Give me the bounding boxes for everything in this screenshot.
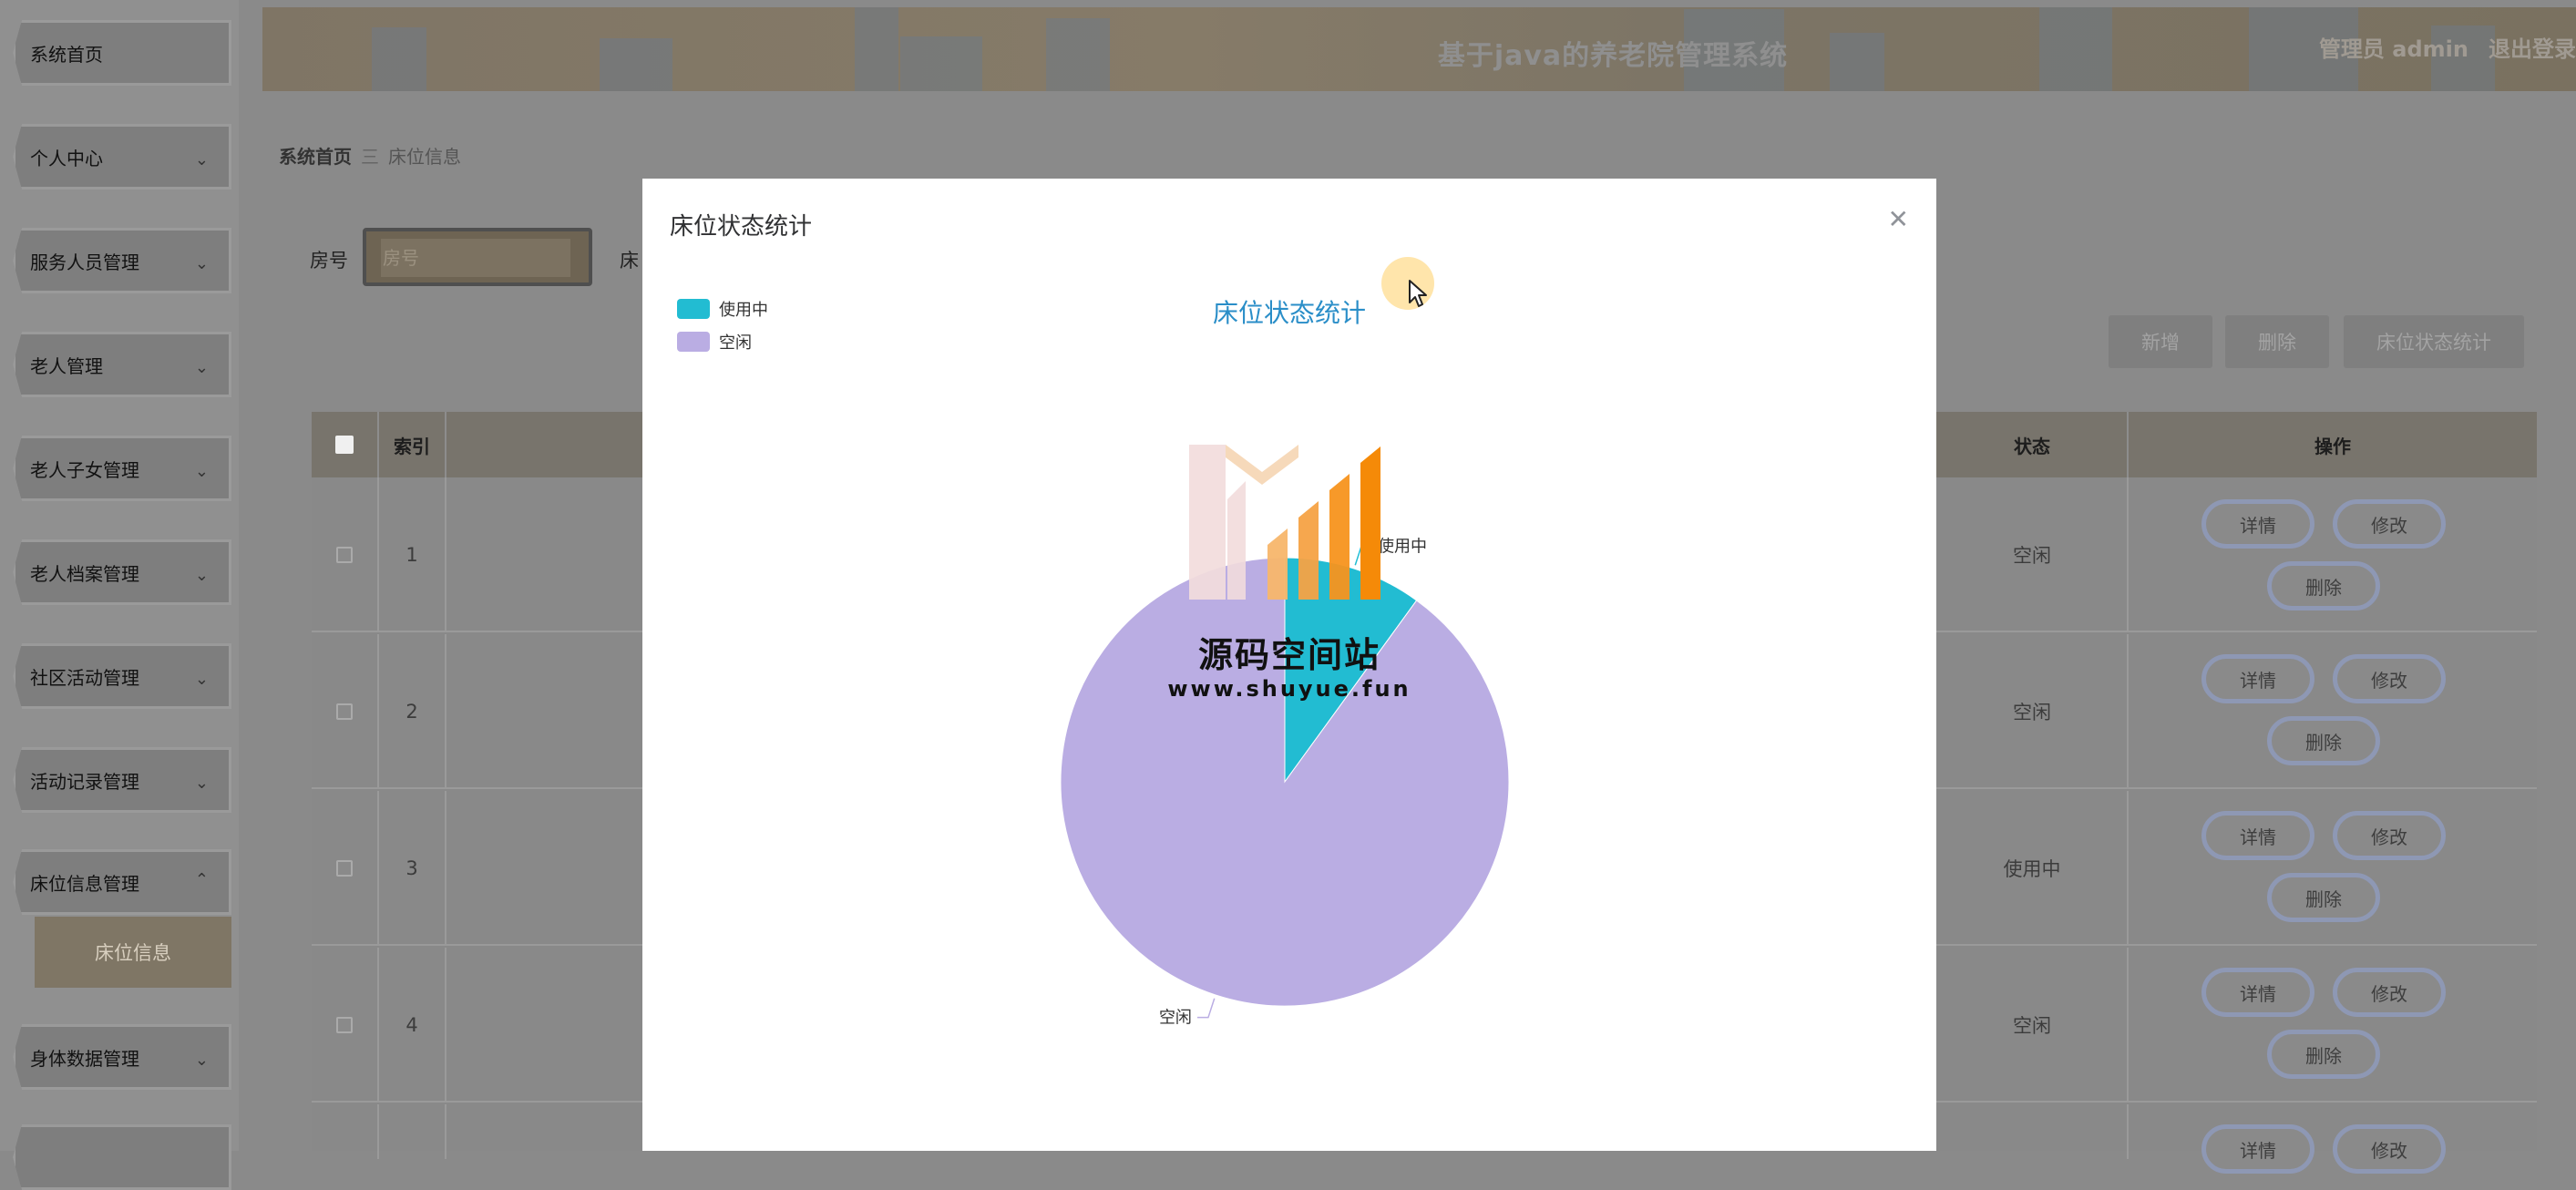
row-select-cell xyxy=(312,477,379,632)
sidebar-item-activities[interactable]: 社区活动管理 ⌄ xyxy=(13,643,231,709)
sidebar-item-activity-records[interactable]: 活动记录管理 ⌄ xyxy=(13,747,231,813)
row-select-cell xyxy=(312,1104,379,1159)
detail-button[interactable]: 详情 xyxy=(2201,654,2314,703)
detail-button[interactable]: 详情 xyxy=(2201,1124,2314,1174)
row-delete-button[interactable]: 删除 xyxy=(2267,873,2380,922)
row-status: 空闲 xyxy=(1937,634,2129,789)
sidebar-item-label: 系统首页 xyxy=(30,43,103,66)
edit-button[interactable]: 修改 xyxy=(2333,968,2446,1017)
sidebar-item-service-staff[interactable]: 服务人员管理 ⌄ xyxy=(13,228,231,293)
sidebar-subitem-label: 床位信息 xyxy=(95,942,171,964)
bed-label: 床 xyxy=(620,250,639,272)
row-index: 3 xyxy=(379,791,446,946)
sidebar-item-label: 服务人员管理 xyxy=(30,251,139,273)
sidebar: 系统首页 个人中心 ⌄ 服务人员管理 ⌄ 老人管理 ⌄ 老人子女管理 ⌄ 老人档案管理 ⌄… xyxy=(0,0,239,1190)
sidebar-item-label: 身体数据管理 xyxy=(30,1047,139,1070)
current-user: 管理员 admin xyxy=(2318,36,2468,62)
detail-button[interactable]: 详情 xyxy=(2201,968,2314,1017)
app-title: 基于java的养老院管理系统 xyxy=(1437,40,1789,72)
edit-button[interactable]: 修改 xyxy=(2333,811,2446,860)
sidebar-subitem-bed-info[interactable]: 床位信息 xyxy=(35,917,231,988)
bed-stats-button[interactable]: 床位状态统计 xyxy=(2344,315,2524,368)
chevron-down-icon: ⌄ xyxy=(194,1051,209,1070)
bed-stats-dialog: 床位状态统计 ✕ 使用中 空闲 床位状态统计 使用中 空闲 源码空间站 www.s… xyxy=(642,179,1936,1151)
sidebar-item-bed-info[interactable]: 床位信息管理 ⌃ xyxy=(13,849,231,915)
row-status-cell xyxy=(1937,1104,2129,1159)
row-select-cell xyxy=(312,791,379,946)
pie-label-line xyxy=(1196,998,1216,1019)
header-status: 状态 xyxy=(1937,412,2129,477)
room-search-input[interactable] xyxy=(381,239,570,277)
edit-button[interactable]: 修改 xyxy=(2333,654,2446,703)
sidebar-item-home[interactable]: 系统首页 xyxy=(13,20,231,86)
sidebar-item-label: 老人子女管理 xyxy=(30,458,139,481)
sidebar-item-personal-center[interactable]: 个人中心 ⌄ xyxy=(13,124,231,190)
breadcrumb-separator: 三 xyxy=(361,146,379,168)
top-header: 基于java的养老院管理系统 管理员 admin 退出登录 xyxy=(262,7,2576,91)
sidebar-item-elderly[interactable]: 老人管理 ⌄ xyxy=(13,332,231,397)
detail-button[interactable]: 详情 xyxy=(2201,811,2314,860)
logout-link[interactable]: 退出登录 xyxy=(2489,31,2576,63)
row-status: 空闲 xyxy=(1937,948,2129,1103)
row-select-cell xyxy=(312,634,379,789)
row-checkbox[interactable] xyxy=(336,860,353,877)
room-label: 房号 xyxy=(310,250,348,272)
chevron-down-icon: ⌄ xyxy=(194,670,209,689)
watermark-url: www.shuyue.fun xyxy=(1167,676,1411,702)
row-checkbox[interactable] xyxy=(336,703,353,720)
row-select-cell xyxy=(312,948,379,1103)
sidebar-item-label: 老人管理 xyxy=(30,354,103,377)
row-delete-button[interactable]: 删除 xyxy=(2267,1030,2380,1079)
chevron-down-icon: ⌄ xyxy=(194,254,209,273)
header-index: 索引 xyxy=(379,412,446,477)
chevron-down-icon: ⌄ xyxy=(194,358,209,377)
sidebar-item-children[interactable]: 老人子女管理 ⌄ xyxy=(13,436,231,501)
row-index: 4 xyxy=(379,948,446,1103)
row-index: 1 xyxy=(379,477,446,632)
sidebar-item-label: 活动记录管理 xyxy=(30,770,139,793)
row-index-cell xyxy=(379,1104,446,1159)
breadcrumb: 系统首页三床位信息 xyxy=(279,142,461,169)
row-index: 2 xyxy=(379,634,446,789)
header-actions: 操作 xyxy=(2314,435,2351,457)
sidebar-item-archives[interactable]: 老人档案管理 ⌄ xyxy=(13,539,231,605)
room-search-field[interactable] xyxy=(363,228,592,286)
breadcrumb-home[interactable]: 系统首页 xyxy=(279,146,352,168)
chevron-down-icon: ⌄ xyxy=(194,774,209,793)
edit-button[interactable]: 修改 xyxy=(2333,1124,2446,1174)
chevron-down-icon: ⌄ xyxy=(194,566,209,585)
delete-button[interactable]: 删除 xyxy=(2225,315,2329,368)
sidebar-item-label: 床位信息管理 xyxy=(30,872,139,895)
select-all-checkbox[interactable] xyxy=(335,436,354,454)
chevron-down-icon: ⌄ xyxy=(194,150,209,169)
row-checkbox[interactable] xyxy=(336,547,353,563)
row-status: 使用中 xyxy=(1937,791,2129,946)
breadcrumb-current: 床位信息 xyxy=(388,146,461,168)
detail-button[interactable]: 详情 xyxy=(2201,499,2314,549)
chevron-down-icon: ⌄ xyxy=(194,462,209,481)
pie-slice-label: 空闲 xyxy=(1159,1009,1192,1028)
row-status: 空闲 xyxy=(1937,477,2129,632)
watermark-logo xyxy=(1189,445,1380,600)
add-button[interactable]: 新增 xyxy=(2109,315,2212,368)
sidebar-item-more[interactable] xyxy=(13,1124,231,1190)
row-checkbox[interactable] xyxy=(336,1017,353,1033)
row-delete-button[interactable]: 删除 xyxy=(2267,561,2380,610)
chevron-up-icon: ⌃ xyxy=(194,870,209,889)
sidebar-item-body-data[interactable]: 身体数据管理 ⌄ xyxy=(13,1024,231,1090)
sidebar-item-label: 社区活动管理 xyxy=(30,666,139,689)
edit-button[interactable]: 修改 xyxy=(2333,499,2446,549)
watermark-text: 源码空间站 xyxy=(1197,635,1380,675)
row-delete-button[interactable]: 删除 xyxy=(2267,716,2380,765)
select-all-cell xyxy=(312,412,379,477)
pie-slice[interactable] xyxy=(1060,557,1510,1007)
sidebar-item-label: 个人中心 xyxy=(30,147,103,169)
sidebar-item-label: 老人档案管理 xyxy=(30,562,139,585)
